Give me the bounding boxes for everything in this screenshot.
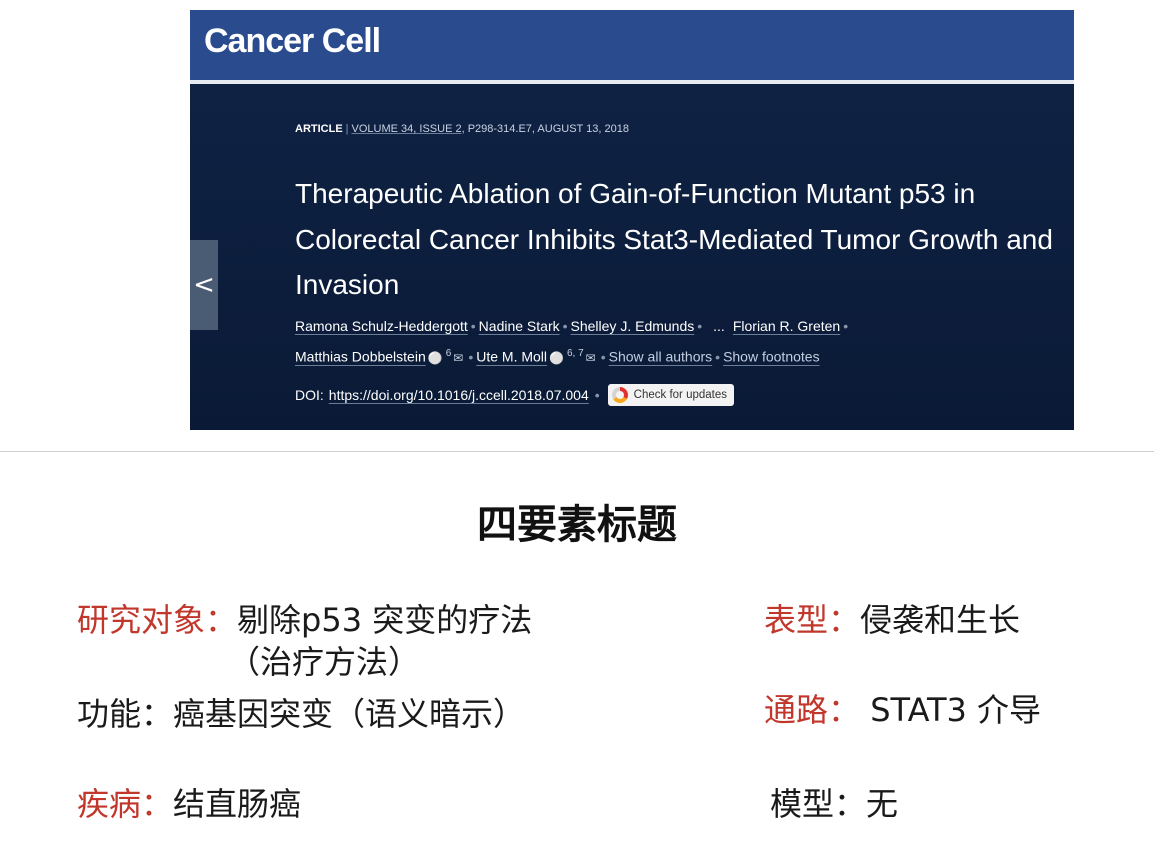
show-all-authors-link[interactable]: Show all authors xyxy=(609,349,713,365)
item-value: STAT3 介导 xyxy=(860,691,1042,729)
doi-row: DOI: https://doi.org/10.1016/j.ccell.201… xyxy=(295,384,734,406)
item-label: 研究对象： xyxy=(77,601,238,639)
previous-arrow-button[interactable]: < xyxy=(190,240,218,330)
email-icon[interactable]: ✉ xyxy=(584,351,598,365)
item-model: 模型：无 xyxy=(770,784,898,824)
pages-date: P298-314.E7, AUGUST 13, 2018 xyxy=(467,123,629,135)
item-label: 表型： xyxy=(764,601,861,639)
chevron-left-icon: < xyxy=(193,270,215,300)
authors-ellipsis: ... xyxy=(713,318,725,334)
author-link[interactable]: Nadine Stark xyxy=(479,318,560,334)
doi-label: DOI: xyxy=(295,387,324,403)
person-icon: ⚪ xyxy=(427,350,443,365)
author-list: Ramona Schulz-Heddergott • Nadine Stark • Sh… xyxy=(295,313,1055,372)
author-link[interactable]: Matthias Dobbelstein xyxy=(295,349,426,365)
item-pathway: 通路： STAT3 介导 xyxy=(764,690,1041,730)
item-function: 功能：癌基因突变（语义暗示） xyxy=(77,694,525,734)
check-for-updates-button[interactable]: Check for updates xyxy=(607,384,734,406)
item-research-object-note: （治疗方法） xyxy=(228,643,421,681)
author-link[interactable]: Shelley J. Edmunds xyxy=(571,318,695,334)
section-divider xyxy=(0,451,1154,452)
meta-separator: | xyxy=(345,123,349,135)
author-line-1: Ramona Schulz-Heddergott • Nadine Stark • Sh… xyxy=(295,318,849,334)
journal-screenshot: Cancer Cell < ARTICLE | VOLUME 34, ISSUE 2… xyxy=(190,10,1074,430)
item-disease: 疾病：结直肠癌 xyxy=(77,784,301,824)
email-icon[interactable]: ✉ xyxy=(451,351,465,365)
item-label: 功能： xyxy=(77,695,174,733)
volume-issue-link[interactable]: VOLUME 34, ISSUE 2 xyxy=(352,123,462,135)
show-footnotes-link[interactable]: Show footnotes xyxy=(723,349,820,365)
item-value: 剔除p53 突变的疗法 xyxy=(237,601,533,639)
item-phenotype: 表型：侵袭和生长 xyxy=(764,600,1020,640)
affiliation-sup: 6, 7 xyxy=(566,348,584,359)
item-label: 疾病： xyxy=(77,785,174,823)
item-value: 侵袭和生长 xyxy=(860,601,1021,639)
author-link[interactable]: Ute M. Moll xyxy=(476,349,547,365)
item-value: 结直肠癌 xyxy=(173,785,302,823)
journal-name[interactable]: Cancer Cell xyxy=(204,22,381,61)
slide-heading: 四要素标题 xyxy=(477,502,677,548)
item-value: 无 xyxy=(866,785,899,823)
journal-masthead: Cancer Cell xyxy=(190,10,1074,84)
author-link[interactable]: Florian R. Greten xyxy=(733,318,840,334)
item-label: 通路： xyxy=(764,691,861,729)
item-label: 模型： xyxy=(770,785,867,823)
item-research-object: 研究对象：剔除p53 突变的疗法 xyxy=(77,600,532,640)
item-value: 癌基因突变（语义暗示） xyxy=(173,695,526,733)
article-meta: ARTICLE | VOLUME 34, ISSUE 2, P298-314.E7,… xyxy=(295,123,629,135)
author-link[interactable]: Ramona Schulz-Heddergott xyxy=(295,318,468,334)
doi-link[interactable]: https://doi.org/10.1016/j.ccell.2018.07.… xyxy=(329,387,589,403)
article-type: ARTICLE xyxy=(295,123,343,135)
person-icon: ⚪ xyxy=(549,350,564,365)
check-for-updates-label: Check for updates xyxy=(633,389,727,401)
article-title: Therapeutic Ablation of Gain-of-Function… xyxy=(295,178,1053,300)
author-line-2: Matthias Dobbelstein ⚪ 6 ✉ • Ute M. Moll ⚪ 6, 7… xyxy=(295,348,820,365)
crossmark-icon xyxy=(611,387,628,403)
